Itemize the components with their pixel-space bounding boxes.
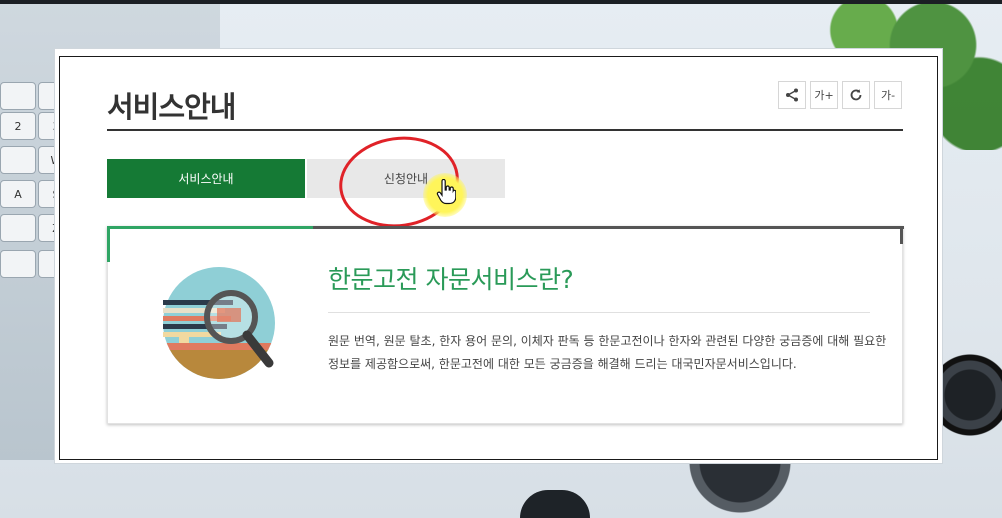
card-title: 한문고전 자문서비스란?: [328, 265, 574, 294]
magnifier-books-icon: [161, 265, 281, 389]
font-increase-button[interactable]: 가+: [810, 81, 838, 109]
refresh-icon: [849, 88, 863, 102]
card-description: 원문 번역, 원문 탈초, 한자 용어 문의, 이체자 판독 등 한문고전이나 …: [328, 334, 887, 371]
tab-service-guide[interactable]: 서비스안내: [107, 159, 305, 198]
page-title: 서비스안내: [107, 90, 236, 124]
share-button[interactable]: [778, 81, 806, 109]
intro-card: 한문고전 자문서비스란? 원문 번역, 원문 탈초, 한자 용어 문의, 이체자…: [107, 226, 904, 424]
title-divider: [107, 129, 903, 131]
font-decrease-button[interactable]: 가-: [874, 81, 902, 109]
share-icon: [784, 87, 800, 103]
refresh-button[interactable]: [842, 81, 870, 109]
content-panel: 서비스안내 가+ 가- 서비스안내 신청안내 한문고전 자문서비스란? 원문 번…: [55, 49, 942, 463]
card-divider: [328, 312, 870, 313]
camera-photo: [680, 462, 800, 518]
camera-lens-photo: [942, 320, 1002, 470]
page-toolbar: 가+ 가-: [778, 81, 902, 109]
hand-cursor-icon: [436, 178, 457, 209]
